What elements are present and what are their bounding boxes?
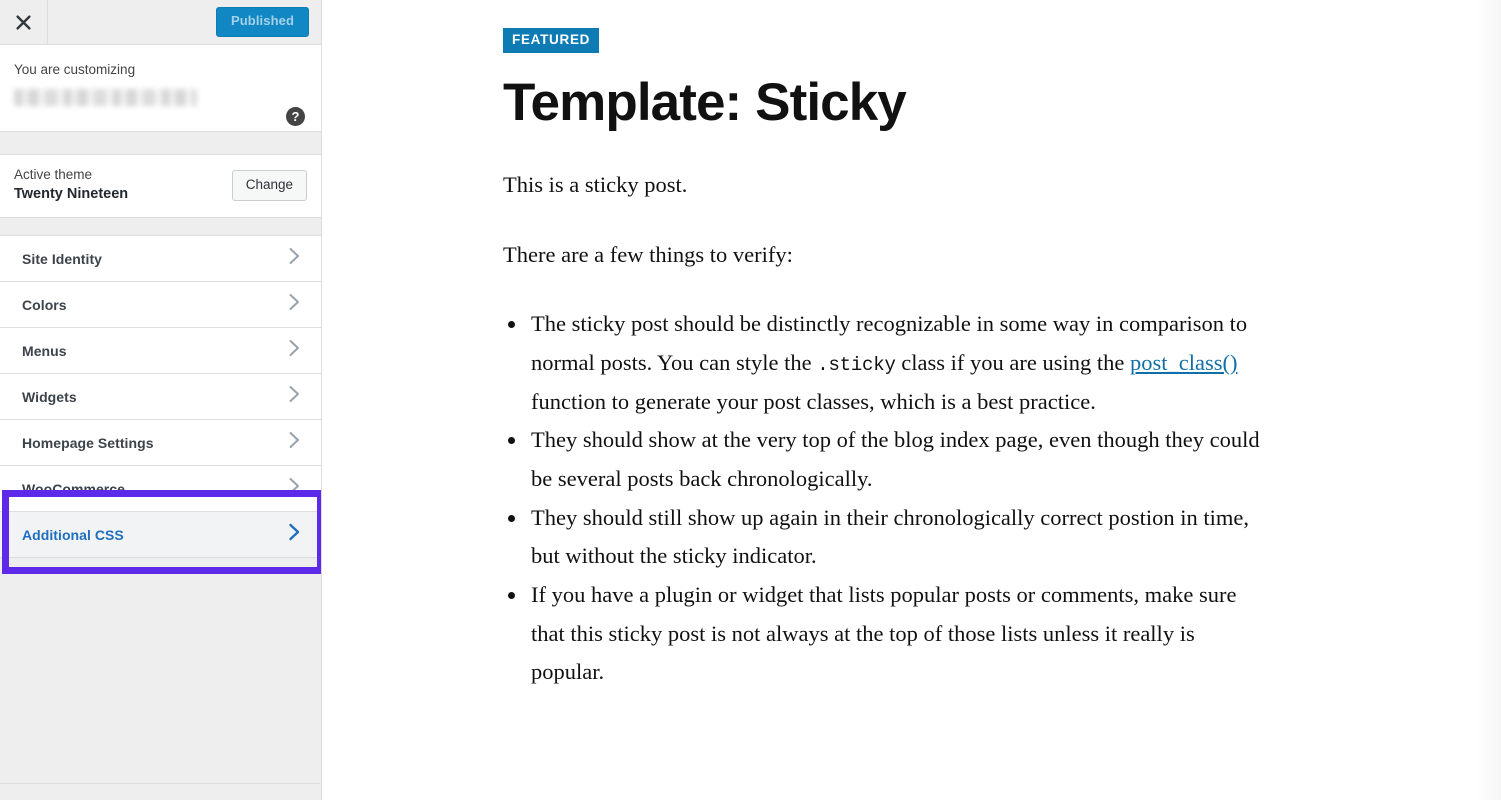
list-item: If you have a plugin or widget that list… bbox=[528, 576, 1263, 692]
active-theme-name: Twenty Nineteen bbox=[14, 186, 129, 203]
featured-badge: FEATURED bbox=[503, 28, 600, 53]
post-body: This is a sticky post. There are a few t… bbox=[503, 166, 1263, 692]
active-theme-label: Active theme bbox=[14, 167, 93, 183]
sidebar-item-label: Menus bbox=[22, 342, 67, 359]
customizer-header: Published bbox=[0, 0, 321, 45]
site-preview: FEATURED Template: Sticky This is a stic… bbox=[322, 0, 1501, 800]
customizing-label: You are customizing bbox=[14, 62, 136, 77]
sidebar-item-additional-css[interactable]: Additional CSS bbox=[0, 512, 321, 558]
publish-button[interactable]: Published bbox=[215, 7, 309, 37]
list-item: The sticky post should be distinctly rec… bbox=[528, 305, 1263, 421]
post-title: Template: Sticky bbox=[503, 72, 907, 132]
post-paragraph: There are a few things to verify: bbox=[503, 241, 793, 267]
sidebar-item-colors[interactable]: Colors bbox=[0, 282, 321, 328]
panel-gap bbox=[0, 132, 321, 154]
sidebar-item-label: Additional CSS bbox=[22, 526, 124, 543]
theme-section-gap bbox=[0, 218, 321, 236]
sidebar-item-woocommerce[interactable]: WooCommerce bbox=[0, 466, 321, 512]
sidebar-item-label: Homepage Settings bbox=[22, 434, 154, 451]
customizer-section-list: Site Identity Colors Menus Widgets Homep… bbox=[0, 236, 321, 558]
sidebar-item-label: Colors bbox=[22, 296, 67, 313]
list-item-text-part: If you have a plugin or widget that list… bbox=[531, 582, 1237, 685]
list-item: They should still show up again in their… bbox=[528, 499, 1263, 576]
post-paragraph: This is a sticky post. bbox=[503, 171, 688, 197]
list-item-text-part: class if you are using the bbox=[895, 349, 1130, 375]
preview-right-fade bbox=[1475, 0, 1501, 800]
post-class-link[interactable]: post_class() bbox=[1130, 350, 1237, 375]
sidebar-item-label: Site Identity bbox=[22, 250, 102, 267]
list-item-text-part: They should still show up again in their… bbox=[531, 504, 1249, 569]
sidebar-item-site-identity[interactable]: Site Identity bbox=[0, 236, 321, 282]
inline-code-sticky: .sticky bbox=[817, 353, 896, 376]
sidebar-item-label: Widgets bbox=[22, 388, 77, 405]
chevron-right-icon bbox=[288, 293, 301, 316]
chevron-right-icon bbox=[288, 431, 301, 454]
change-theme-button[interactable]: Change bbox=[231, 169, 307, 202]
close-customizer-button[interactable] bbox=[0, 0, 48, 44]
sidebar-item-homepage-settings[interactable]: Homepage Settings bbox=[0, 420, 321, 466]
verify-list: The sticky post should be distinctly rec… bbox=[503, 305, 1263, 692]
site-title-redacted bbox=[14, 88, 197, 106]
list-item-text-part: function to generate your post classes, … bbox=[531, 388, 1096, 414]
sidebar-item-label: WooCommerce bbox=[22, 480, 125, 497]
active-theme-text: Active theme Twenty Nineteen bbox=[14, 166, 128, 205]
customizing-info-panel: You are customizing ? bbox=[0, 45, 321, 132]
list-item-text-part: They should show at the very top of the … bbox=[531, 427, 1260, 491]
sidebar-item-menus[interactable]: Menus bbox=[0, 328, 321, 374]
preview-content: FEATURED Template: Sticky This is a stic… bbox=[322, 0, 1263, 692]
sidebar-item-widgets[interactable]: Widgets bbox=[0, 374, 321, 420]
close-x-icon bbox=[15, 14, 32, 31]
customizer-sidebar: Published You are customizing ? Active t… bbox=[0, 0, 322, 800]
list-item: They should show at the very top of the … bbox=[528, 421, 1263, 498]
sidebar-bottom-divider bbox=[0, 783, 320, 784]
chevron-right-icon bbox=[288, 339, 301, 362]
chevron-right-icon bbox=[288, 523, 301, 546]
chevron-right-icon bbox=[288, 385, 301, 408]
chevron-right-icon bbox=[288, 477, 301, 500]
help-icon[interactable]: ? bbox=[286, 107, 305, 126]
active-theme-panel: Active theme Twenty Nineteen Change bbox=[0, 154, 321, 218]
customizer-screen: Published You are customizing ? Active t… bbox=[0, 0, 1501, 800]
chevron-right-icon bbox=[288, 247, 301, 270]
sidebar-filler bbox=[0, 558, 321, 800]
